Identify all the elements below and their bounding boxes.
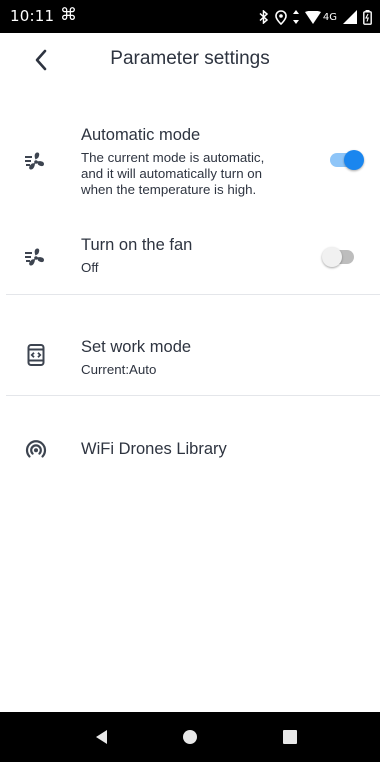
status-icons: 4G [259,7,372,27]
system-nav-bar [0,712,380,762]
home-circle-icon [183,730,197,744]
fan-icon [25,152,44,170]
set-work-mode-value: Current:Auto [81,362,157,377]
turn-on-fan-row: Turn on the fan Off [0,230,380,290]
app-notification-icon: ⌘ [60,5,77,24]
automatic-mode-row: Automatic mode The current mode is autom… [0,120,380,208]
nav-recents-button[interactable] [278,725,302,749]
page-title: Parameter settings [110,48,270,69]
battery-icon [363,9,372,25]
recents-square-icon [283,730,297,744]
cell-signal-icon [343,10,357,24]
automatic-mode-title: Automatic mode [81,126,201,144]
nav-back-button[interactable] [90,725,114,749]
fan-icon [25,248,44,266]
set-work-mode-row[interactable]: Set work mode Current:Auto [0,330,380,385]
header: Parameter settings [0,33,380,88]
toggle-knob [322,247,342,267]
status-bar: 10:11 ⌘ 4G [0,0,380,33]
status-time: 10:11 [10,7,55,25]
broadcast-icon [25,440,47,458]
nav-home-button[interactable] [178,725,202,749]
turn-on-fan-toggle[interactable] [322,246,358,268]
turn-on-fan-title: Turn on the fan [81,236,193,254]
wifi-drones-library-row[interactable]: WiFi Drones Library [0,430,380,470]
location-icon [275,9,287,25]
device-mode-icon [27,344,45,366]
set-work-mode-title: Set work mode [81,338,192,356]
toggle-knob [344,150,364,170]
wifi-icon [304,10,321,24]
back-triangle-icon [96,730,107,744]
automatic-mode-desc-line-3: when the temperature is high. [81,182,257,197]
automatic-mode-toggle[interactable] [328,149,364,171]
divider [6,294,380,295]
divider [6,395,380,396]
bluetooth-icon [259,10,269,24]
parameter-settings-screen: 10:11 ⌘ 4G Parameter settings Automatic … [0,0,380,762]
automatic-mode-desc-line-2: and it will automatically turn on [81,166,263,181]
network-type: 4G [322,11,337,23]
automatic-mode-desc-line-1: The current mode is automatic, [81,150,265,165]
data-arrows-icon [292,10,299,24]
wifi-drones-library-title: WiFi Drones Library [81,440,227,458]
turn-on-fan-value: Off [81,260,99,275]
